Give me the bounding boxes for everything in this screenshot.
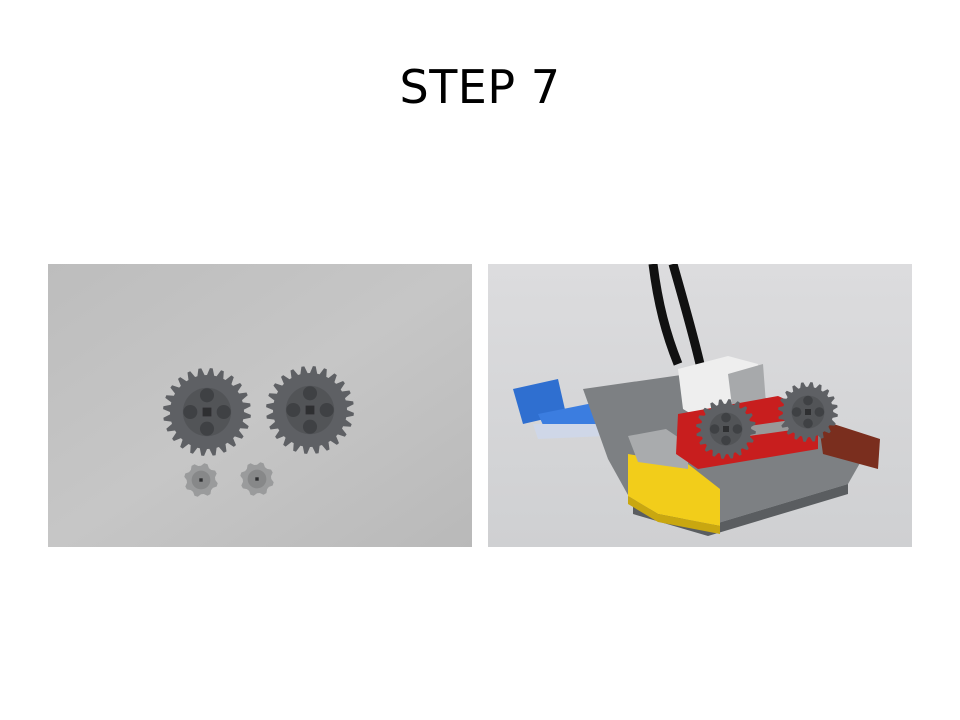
assembled-model-photo	[488, 264, 912, 547]
gear-hole	[183, 404, 198, 420]
assembled-gear-right	[778, 382, 838, 442]
gear-hole	[199, 421, 215, 436]
gear-axle-hole	[255, 477, 259, 481]
gear-hole	[721, 412, 731, 423]
gear-axle-hole	[723, 426, 729, 432]
gear-hole	[803, 418, 813, 429]
assembled-gear-left	[696, 399, 756, 459]
gear-hole	[302, 386, 318, 401]
gear-axle-hole	[305, 405, 315, 415]
gear-hole	[803, 395, 813, 406]
slide-title: STEP 7	[399, 60, 561, 114]
gear-hole	[709, 424, 720, 434]
gear-hole	[199, 388, 215, 403]
gear-hole	[286, 402, 301, 418]
slide: STEP 7	[0, 0, 960, 720]
gear-axle-hole	[202, 407, 212, 417]
gear-axle-hole	[199, 478, 203, 482]
gear-hole	[814, 407, 825, 417]
gear-hole	[302, 419, 318, 434]
gear-hole	[216, 404, 231, 420]
gear-hole	[732, 424, 743, 434]
gear-hole	[319, 402, 334, 418]
gears-parts-photo	[48, 264, 472, 547]
gear-hole	[721, 435, 731, 446]
gear-hole	[791, 407, 802, 417]
gear-axle-hole	[805, 409, 811, 415]
